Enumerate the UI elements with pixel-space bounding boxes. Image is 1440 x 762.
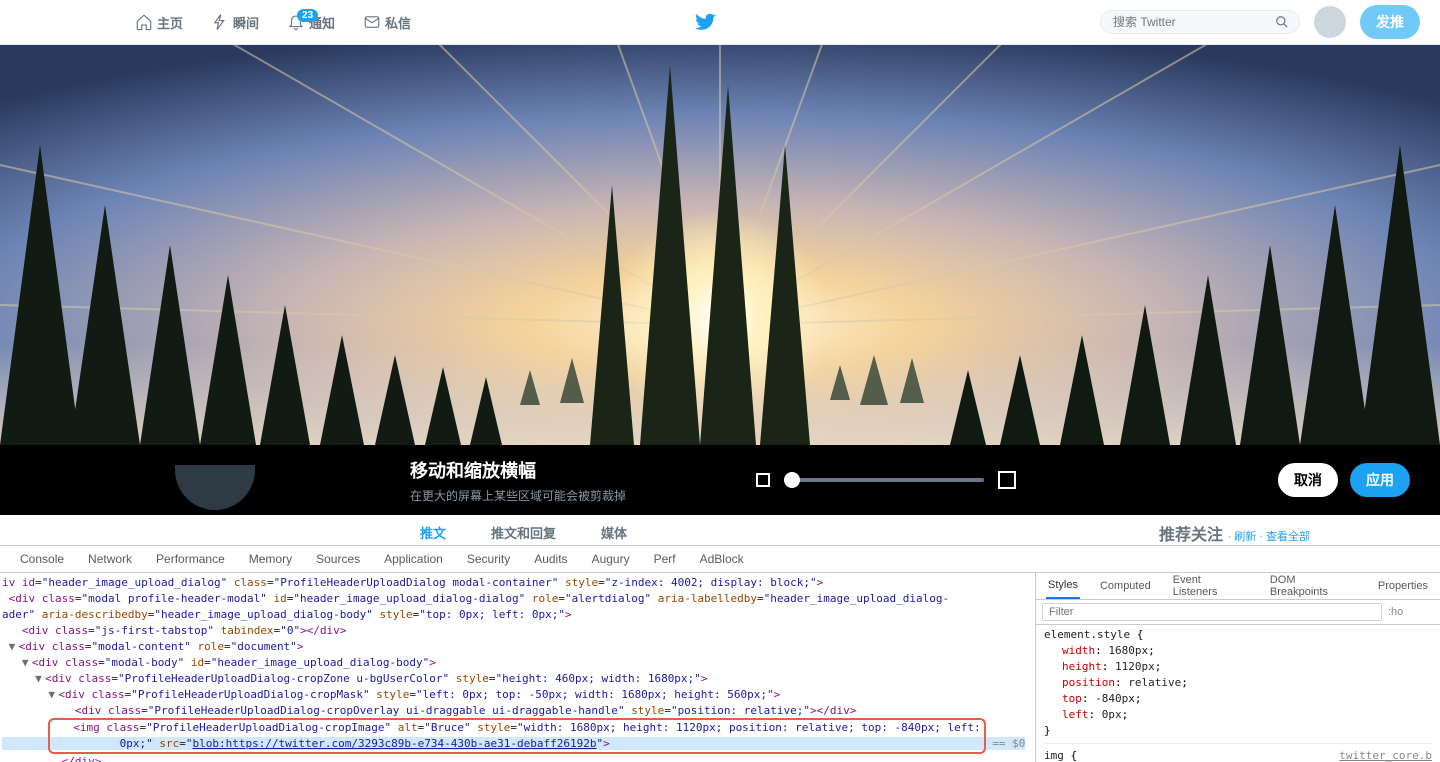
- filter-input[interactable]: [1042, 603, 1382, 621]
- twitter-logo-icon[interactable]: [695, 11, 717, 33]
- top-nav: 主页 瞬间 23 通知 私信 发推: [0, 0, 1440, 45]
- devtools-tab[interactable]: Memory: [245, 550, 296, 568]
- hov-toggle[interactable]: :ho: [1388, 606, 1403, 618]
- zoom-controls: [756, 471, 1016, 489]
- lightning-icon: [211, 13, 229, 31]
- devtools-tab[interactable]: Console: [16, 550, 68, 568]
- control-buttons: 取消 应用: [1278, 463, 1410, 497]
- control-title: 移动和缩放横幅: [410, 457, 626, 483]
- who-to-follow: 推荐关注 · 刷新 · 查看全部: [1159, 521, 1310, 545]
- devtools-tab[interactable]: Application: [380, 550, 447, 568]
- zoom-in-icon[interactable]: [998, 471, 1016, 489]
- devtools-tab[interactable]: Sources: [312, 550, 364, 568]
- sidebar-tab-props[interactable]: Properties: [1376, 574, 1430, 598]
- cancel-button[interactable]: 取消: [1278, 463, 1338, 497]
- nav-home-label: 主页: [157, 13, 183, 32]
- zoom-out-icon[interactable]: [756, 473, 770, 487]
- tab-tweets[interactable]: 推文: [420, 523, 446, 542]
- rec-links[interactable]: · 刷新 · 查看全部: [1227, 531, 1310, 543]
- sidebar-tab-styles[interactable]: Styles: [1046, 573, 1080, 599]
- nav-left: 主页 瞬间 23 通知 私信: [135, 13, 411, 32]
- devtools-tab[interactable]: Performance: [152, 550, 229, 568]
- devtools-tab[interactable]: Network: [84, 550, 136, 568]
- devtools-tab[interactable]: Audits: [530, 550, 571, 568]
- elements-panel[interactable]: iv id="header_image_upload_dialog" class…: [0, 573, 1035, 762]
- apply-button[interactable]: 应用: [1350, 463, 1410, 497]
- rec-title: 推荐关注: [1159, 527, 1223, 544]
- zoom-slider[interactable]: [784, 478, 984, 482]
- search-input[interactable]: [1113, 15, 1269, 29]
- control-text: 移动和缩放横幅 在更大的屏幕上某些区域可能会被剪裁掉: [410, 457, 626, 504]
- header-image: [0, 45, 1440, 445]
- home-icon: [135, 13, 153, 31]
- styles-rules[interactable]: element.style { width: 1680px;height: 11…: [1036, 625, 1440, 762]
- styles-panel: Styles Computed Event Listeners DOM Brea…: [1035, 573, 1440, 762]
- devtools-tab[interactable]: Augury: [588, 550, 634, 568]
- nav-moments[interactable]: 瞬间: [211, 13, 259, 32]
- sidebar-tab-computed[interactable]: Computed: [1098, 574, 1153, 598]
- devtools-tab[interactable]: Security: [463, 550, 514, 568]
- nav-center: [311, 11, 1100, 33]
- envelope-icon: [363, 13, 381, 31]
- slider-thumb[interactable]: [784, 472, 800, 488]
- tweet-button[interactable]: 发推: [1360, 5, 1420, 39]
- devtools-tabs: Console Network Performance Memory Sourc…: [0, 546, 1440, 573]
- devtools: Console Network Performance Memory Sourc…: [0, 545, 1440, 762]
- tab-replies[interactable]: 推文和回复: [491, 523, 556, 542]
- control-subtitle: 在更大的屏幕上某些区域可能会被剪裁掉: [410, 487, 626, 504]
- nav-messages-label: 私信: [385, 13, 411, 32]
- devtools-body: iv id="header_image_upload_dialog" class…: [0, 573, 1440, 762]
- styles-filter: :ho: [1036, 600, 1440, 625]
- nav-right: 发推: [1100, 5, 1420, 39]
- devtools-tab[interactable]: Perf: [650, 550, 680, 568]
- avatar[interactable]: [1314, 6, 1346, 38]
- highlighted-element-box: <img class="ProfileHeaderUploadDialog-cr…: [48, 718, 985, 754]
- file-link[interactable]: twitter_core.b: [1339, 748, 1432, 762]
- devtools-tab[interactable]: AdBlock: [696, 550, 748, 568]
- sidebar-tabs: Styles Computed Event Listeners DOM Brea…: [1036, 573, 1440, 600]
- header-image-crop-area[interactable]: [0, 45, 1440, 445]
- profile-tabs: 推文 推文和回复 媒体: [420, 523, 627, 542]
- notif-badge: 23: [297, 9, 318, 22]
- tab-media[interactable]: 媒体: [601, 523, 627, 542]
- search-icon: [1275, 15, 1289, 29]
- nav-moments-label: 瞬间: [233, 13, 259, 32]
- nav-messages[interactable]: 私信: [363, 13, 411, 32]
- nav-notifications[interactable]: 23 通知: [287, 13, 335, 32]
- nav-home[interactable]: 主页: [135, 13, 183, 32]
- search-box[interactable]: [1100, 10, 1300, 34]
- profile-peek: 推文 推文和回复 媒体 推荐关注 · 刷新 · 查看全部: [0, 515, 1440, 545]
